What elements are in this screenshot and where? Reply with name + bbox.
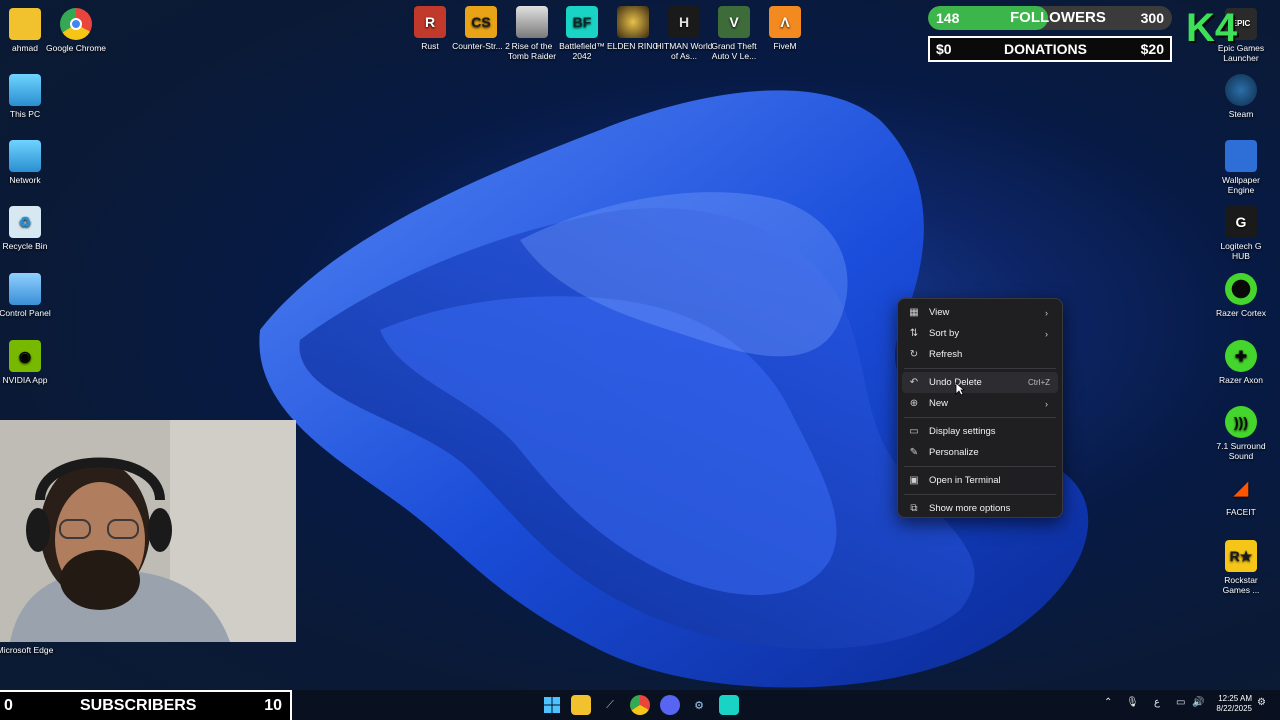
display-icon: ▭ <box>909 426 919 437</box>
refresh-icon: ↻ <box>909 349 919 360</box>
donations-current: $0 <box>936 41 952 57</box>
desktop-icon-wallpaper-engine[interactable]: Wallpaper Engine <box>1211 140 1271 195</box>
menu-item-sort-by[interactable]: ⇅ Sort by › <box>902 323 1058 344</box>
folder-icon <box>9 8 41 40</box>
volume-icon[interactable]: 🔊 <box>1192 697 1204 708</box>
menu-separator <box>904 466 1056 467</box>
elden-ring-icon <box>617 6 649 38</box>
counter-strike-icon: CS <box>465 6 497 38</box>
donations-goal-bar: $0 DONATIONS $20 <box>928 36 1172 62</box>
menu-shortcut: Ctrl+Z <box>1028 378 1050 387</box>
faceit-icon: ◢ <box>1234 478 1248 498</box>
mouse-cursor-icon <box>955 382 965 396</box>
nvidia-icon: ◉ <box>9 340 41 372</box>
system-clock[interactable]: 12:25 AM 8/22/2025 <box>1206 694 1252 714</box>
terminal-icon: ▣ <box>909 475 919 486</box>
hitman-icon: H <box>668 6 700 38</box>
network-status-icon[interactable]: ▭ <box>1176 697 1185 708</box>
desktop-icon-recycle-bin[interactable]: ♻ Recycle Bin <box>0 206 55 251</box>
subscribers-current: 0 <box>4 697 13 714</box>
fivem-icon: Λ <box>769 6 801 38</box>
gta-icon: V <box>718 6 750 38</box>
desktop-icon-nvidia-app[interactable]: ◉ NVIDIA App <box>0 340 55 385</box>
desktop-icon-faceit[interactable]: ◢ FACEIT <box>1211 472 1271 517</box>
pen-icon: ✎ <box>909 447 919 458</box>
recycle-bin-icon: ♻ <box>9 206 41 238</box>
chrome-icon <box>60 8 92 40</box>
followers-goal: 300 <box>1140 10 1164 26</box>
menu-item-undo-delete[interactable]: ↶ Undo Delete Ctrl+Z <box>902 372 1058 393</box>
desktop-icon-this-pc[interactable]: This PC <box>0 74 55 119</box>
desktop-icon-rockstar[interactable]: R★ Rockstar Games ... <box>1211 540 1271 595</box>
surround-sound-icon: ))) <box>1225 406 1257 438</box>
chevron-up-icon[interactable]: ⌃ <box>1104 697 1112 708</box>
desktop-icon-logitech-g-hub[interactable]: G Logitech G HUB <box>1211 206 1271 261</box>
desktop-icon-razer-axon[interactable]: ✚ Razer Axon <box>1211 340 1271 385</box>
menu-item-refresh[interactable]: ↻ Refresh <box>902 344 1058 365</box>
menu-item-personalize[interactable]: ✎ Personalize <box>902 442 1058 463</box>
menu-item-display-settings[interactable]: ▭ Display settings <box>902 421 1058 442</box>
desktop-icon-surround-sound[interactable]: ))) 7.1 Surround Sound <box>1211 406 1271 461</box>
donations-label: DONATIONS <box>1004 41 1087 57</box>
discord-icon[interactable] <box>660 695 680 715</box>
desktop-icon-network[interactable]: Network <box>0 140 55 185</box>
followers-label: FOLLOWERS <box>1010 9 1106 26</box>
desktop-icon-fivem[interactable]: Λ FiveM <box>755 6 815 51</box>
subscribers-label: SUBSCRIBERS <box>80 697 197 714</box>
rust-icon: R <box>414 6 446 38</box>
desktop-icon-steam[interactable]: Steam <box>1211 74 1271 119</box>
logitech-icon: G <box>1225 206 1257 238</box>
menu-item-view[interactable]: ▦ View › <box>902 302 1058 323</box>
microphone-icon[interactable]: 🎙 <box>1126 697 1139 708</box>
chrome-icon[interactable] <box>630 695 650 715</box>
razer-cortex-icon <box>1225 273 1257 305</box>
file-explorer-icon[interactable] <box>571 695 591 715</box>
subscribers-goal: 10 <box>264 697 282 714</box>
grid-icon: ▦ <box>909 307 919 318</box>
streamer-image <box>0 420 296 642</box>
wallpaper-engine-icon <box>1225 140 1257 172</box>
desktop-context-menu: ▦ View › ⇅ Sort by › ↻ Refresh ↶ Undo De… <box>897 298 1063 518</box>
steam-icon <box>1225 74 1257 106</box>
menu-separator <box>904 494 1056 495</box>
menu-separator <box>904 368 1056 369</box>
plus-circle-icon: ⊕ <box>909 398 919 409</box>
chevron-right-icon: › <box>1045 328 1048 339</box>
razer-axon-icon: ✚ <box>1225 340 1257 372</box>
menu-separator <box>904 417 1056 418</box>
menu-item-new[interactable]: ⊕ New › <box>902 393 1058 414</box>
control-panel-icon <box>9 273 41 305</box>
steam-icon[interactable]: ⚙ <box>689 695 709 715</box>
more-options-icon: ⧉ <box>910 503 918 514</box>
sort-icon: ⇅ <box>909 328 919 339</box>
network-icon <box>9 140 41 172</box>
chevron-right-icon: › <box>1045 307 1048 318</box>
donations-goal: $20 <box>1140 41 1164 57</box>
tomb-raider-icon <box>516 6 548 38</box>
notification-icon[interactable]: ⚙ <box>1257 697 1266 708</box>
undo-icon: ↶ <box>909 377 919 388</box>
followers-current: 148 <box>936 10 960 26</box>
desktop-icon-control-panel[interactable]: Control Panel <box>0 273 55 318</box>
desktop-icon-google-chrome[interactable]: Google Chrome <box>46 8 106 53</box>
channel-logo: K4 <box>1186 6 1238 50</box>
chevron-right-icon: › <box>1045 398 1048 409</box>
battlefield-icon: BF <box>566 6 598 38</box>
subscribers-goal-bar: 0 SUBSCRIBERS 10 <box>0 690 292 720</box>
desktop-icon-razer-cortex[interactable]: Razer Cortex <box>1211 273 1271 318</box>
monitor-icon <box>9 74 41 106</box>
input-language[interactable]: ع <box>1154 697 1160 708</box>
vscode-icon[interactable]: ⟋ <box>600 695 620 715</box>
webcam-feed <box>0 420 296 642</box>
followers-goal-bar: 148 FOLLOWERS 300 <box>928 6 1172 30</box>
windows-start-icon[interactable] <box>542 695 562 715</box>
menu-item-show-more-options[interactable]: ⧉ Show more options <box>902 498 1058 519</box>
menu-item-open-in-terminal[interactable]: ▣ Open in Terminal <box>902 470 1058 491</box>
rockstar-icon: R★ <box>1225 540 1257 572</box>
app-icon[interactable] <box>719 695 739 715</box>
